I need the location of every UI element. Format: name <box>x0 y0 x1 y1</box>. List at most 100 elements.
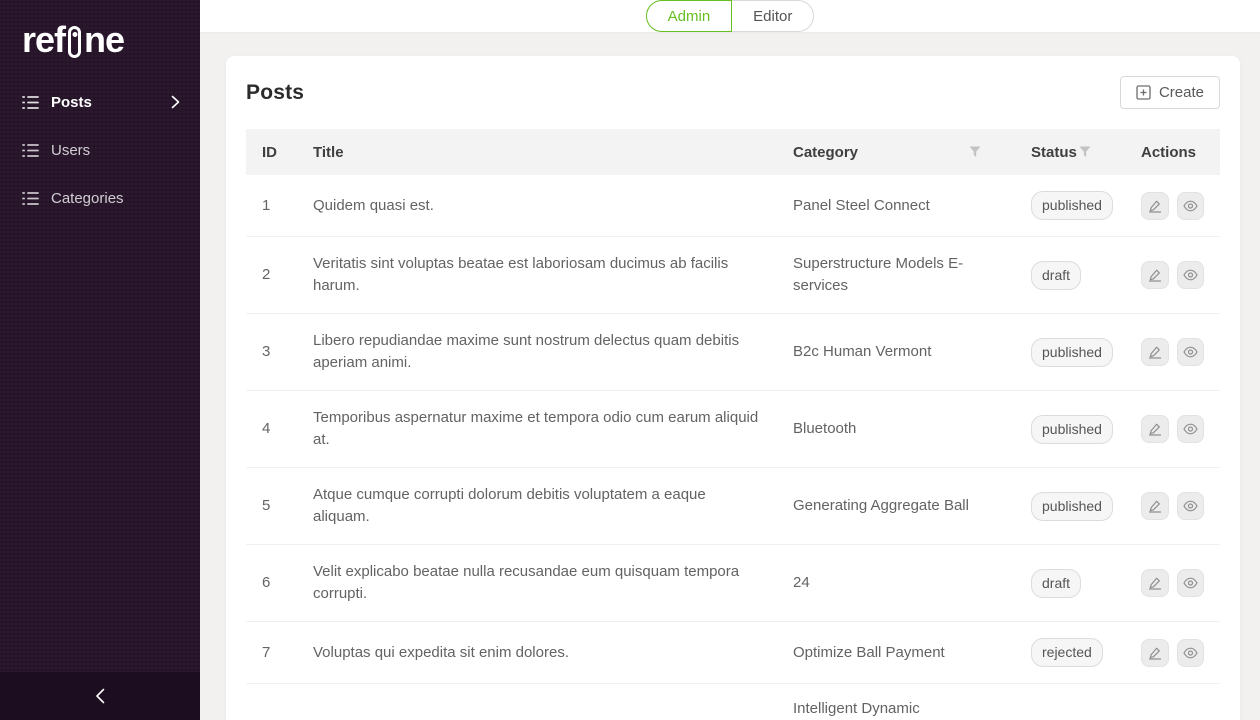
post-title: Voluptas qui expedita sit enim dolores. <box>297 622 777 684</box>
view-button[interactable] <box>1177 639 1205 667</box>
post-id: 7 <box>246 622 297 684</box>
column-header-status: Status <box>1015 129 1125 175</box>
eye-icon <box>1183 269 1198 281</box>
eye-icon <box>1183 577 1198 589</box>
post-category: B2c Human Vermont <box>777 314 1015 391</box>
eye-icon <box>1183 346 1198 358</box>
view-button[interactable] <box>1177 261 1205 289</box>
posts-table: ID Title Category <box>246 129 1220 720</box>
app-root: refne Posts Users <box>0 0 1260 720</box>
main-area: Admin Editor Posts Create <box>200 0 1260 720</box>
chevron-right-icon <box>171 95 180 109</box>
edit-icon <box>1148 422 1162 436</box>
post-title: Libero repudiandae maxime sunt nostrum d… <box>297 314 777 391</box>
status-badge: published <box>1031 415 1113 444</box>
edit-icon <box>1148 576 1162 590</box>
sidebar-item-label: Posts <box>51 94 171 111</box>
list-icon <box>22 143 39 158</box>
post-category: Generating Aggregate Ball <box>777 468 1015 545</box>
row-actions <box>1141 415 1204 443</box>
row-actions <box>1141 192 1204 220</box>
post-category: 24 <box>777 545 1015 622</box>
edit-icon <box>1148 268 1162 282</box>
sidebar-item-label: Users <box>51 142 180 159</box>
table-row: 4 Temporibus aspernatur maxime et tempor… <box>246 391 1220 468</box>
status-badge: published <box>1031 338 1113 367</box>
column-header-actions: Actions <box>1125 129 1220 175</box>
app-logo[interactable]: refne <box>0 0 200 66</box>
role-switch: Admin Editor <box>646 0 815 32</box>
post-id: 5 <box>246 468 297 545</box>
create-button[interactable]: Create <box>1120 76 1220 109</box>
logo-dot <box>72 32 77 37</box>
table-row: 6 Velit explicabo beatae nulla recusanda… <box>246 545 1220 622</box>
view-button[interactable] <box>1177 192 1205 220</box>
role-button-editor[interactable]: Editor <box>731 0 814 32</box>
view-button[interactable] <box>1177 569 1205 597</box>
edit-button[interactable] <box>1141 192 1169 220</box>
plus-square-icon <box>1136 85 1151 100</box>
table-row: 7 Voluptas qui expedita sit enim dolores… <box>246 622 1220 684</box>
row-actions <box>1141 492 1204 520</box>
edit-button[interactable] <box>1141 338 1169 366</box>
edit-icon <box>1148 199 1162 213</box>
post-id: 2 <box>246 237 297 314</box>
sidebar-item-categories[interactable]: Categories <box>0 174 200 222</box>
filter-icon[interactable] <box>969 146 981 158</box>
edit-icon <box>1148 499 1162 513</box>
view-button[interactable] <box>1177 415 1205 443</box>
edit-button[interactable] <box>1141 492 1169 520</box>
post-id <box>246 684 297 720</box>
column-header-label: Status <box>1031 144 1077 161</box>
view-button[interactable] <box>1177 338 1205 366</box>
post-category: Panel Steel Connect <box>777 175 1015 237</box>
logo-text-left: ref <box>22 19 65 61</box>
post-category: Optimize Ball Payment <box>777 622 1015 684</box>
table-row: 5 Atque cumque corrupti dolorum debitis … <box>246 468 1220 545</box>
column-header-category: Category <box>777 129 1015 175</box>
post-title: Quidem quasi est. <box>297 175 777 237</box>
row-actions <box>1141 569 1204 597</box>
chevron-left-icon <box>95 688 105 704</box>
role-button-admin[interactable]: Admin <box>646 0 733 32</box>
status-badge: published <box>1031 492 1113 521</box>
edit-button[interactable] <box>1141 569 1169 597</box>
sidebar-item-users[interactable]: Users <box>0 126 200 174</box>
row-actions <box>1141 639 1204 667</box>
column-header-title: Title <box>297 129 777 175</box>
table-row: 2 Veritatis sint voluptas beatae est lab… <box>246 237 1220 314</box>
create-button-label: Create <box>1159 84 1204 101</box>
column-header-id: ID <box>246 129 297 175</box>
table-row: 3 Libero repudiandae maxime sunt nostrum… <box>246 314 1220 391</box>
eye-icon <box>1183 500 1198 512</box>
sidebar: refne Posts Users <box>0 0 200 720</box>
sidebar-collapse-button[interactable] <box>0 672 200 720</box>
column-header-label: Category <box>793 144 858 161</box>
list-icon <box>22 95 39 110</box>
table-header-row: ID Title Category <box>246 129 1220 175</box>
post-category: Superstructure Models E-services <box>777 237 1015 314</box>
eye-icon <box>1183 200 1198 212</box>
filter-icon[interactable] <box>1079 146 1091 158</box>
status-badge: draft <box>1031 569 1081 598</box>
post-title: Velit explicabo beatae nulla recusandae … <box>297 545 777 622</box>
post-title <box>297 684 777 720</box>
topbar: Admin Editor <box>200 0 1260 32</box>
table-body: 1 Quidem quasi est. Panel Steel Connect … <box>246 175 1220 720</box>
row-actions <box>1141 338 1204 366</box>
edit-button[interactable] <box>1141 261 1169 289</box>
card-header: Posts Create <box>246 76 1220 109</box>
logo-text-right: ne <box>84 19 124 61</box>
page-title: Posts <box>246 81 304 105</box>
post-category: Bluetooth <box>777 391 1015 468</box>
eye-icon <box>1183 423 1198 435</box>
edit-icon <box>1148 345 1162 359</box>
status-badge: published <box>1031 191 1113 220</box>
sidebar-item-posts[interactable]: Posts <box>0 78 200 126</box>
posts-card: Posts Create <box>226 56 1240 720</box>
edit-button[interactable] <box>1141 639 1169 667</box>
post-title: Temporibus aspernatur maxime et tempora … <box>297 391 777 468</box>
view-button[interactable] <box>1177 492 1205 520</box>
edit-button[interactable] <box>1141 415 1169 443</box>
status-badge: rejected <box>1031 638 1103 667</box>
